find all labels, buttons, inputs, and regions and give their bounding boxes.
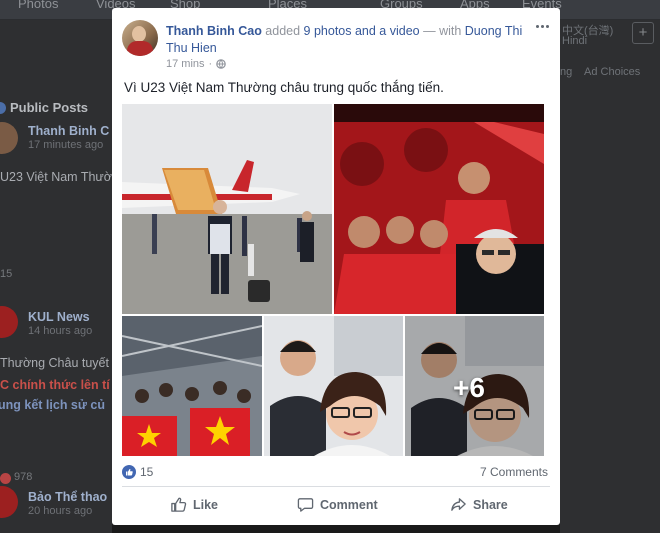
background-post-time[interactable]: 14 hours ago bbox=[28, 325, 92, 337]
background-post-time[interactable]: 20 hours ago bbox=[28, 505, 92, 517]
language-option[interactable]: Hindi bbox=[562, 35, 587, 47]
post-photo-team[interactable] bbox=[334, 104, 544, 314]
airplane-photo-image bbox=[122, 104, 332, 314]
separator-dot: · bbox=[208, 58, 213, 70]
share-icon bbox=[451, 498, 466, 511]
post-card: Thanh Binh Cao added 9 photos and a vide… bbox=[112, 8, 560, 525]
background-post-text: Thường Châu tuyết bbox=[0, 356, 109, 370]
background-post-count: 978 bbox=[14, 471, 33, 483]
more-options-icon[interactable] bbox=[534, 20, 552, 34]
comment-label: Comment bbox=[320, 497, 378, 512]
background-post-text: U23 Việt Nam Thườ bbox=[0, 170, 112, 184]
background-post-time[interactable]: 17 minutes ago bbox=[28, 139, 103, 151]
author-name[interactable]: Thanh Binh Cao bbox=[166, 24, 262, 38]
post-photo-fans[interactable] bbox=[122, 316, 262, 456]
avatar[interactable] bbox=[0, 486, 18, 518]
author-avatar[interactable] bbox=[122, 20, 158, 56]
fans-photo-image bbox=[122, 316, 262, 456]
public-posts-heading: Public Posts bbox=[10, 100, 89, 115]
post-meta: 17 mins · bbox=[166, 58, 227, 70]
with-text: — with bbox=[419, 24, 465, 38]
more-photos-count[interactable]: +6 bbox=[453, 372, 485, 404]
reaction-count[interactable]: 15 bbox=[140, 465, 153, 479]
post-caption: Vì U23 Việt Nam Thường châu trung quốc t… bbox=[124, 80, 444, 95]
background-right-column: 中文(台灣) Hindi + ng Ad Choices bbox=[560, 20, 660, 533]
post-time[interactable]: 17 mins bbox=[166, 58, 205, 70]
like-button[interactable]: Like bbox=[170, 496, 218, 513]
add-language-button[interactable]: + bbox=[632, 22, 654, 44]
ad-choices-link[interactable]: Ad Choices bbox=[584, 66, 640, 78]
comment-button[interactable]: Comment bbox=[297, 496, 378, 513]
share-button[interactable]: Share bbox=[450, 496, 508, 513]
heart-icon bbox=[0, 473, 11, 484]
post-header: Thanh Binh Cao added 9 photos and a vide… bbox=[166, 23, 526, 57]
avatar[interactable] bbox=[0, 122, 18, 154]
post-photo-airplane[interactable] bbox=[122, 104, 332, 314]
background-feed: Public Posts Thanh Binh C 17 minutes ago… bbox=[0, 20, 112, 533]
like-icon bbox=[171, 497, 187, 512]
background-post-count: 15 bbox=[0, 268, 13, 280]
background-post-author[interactable]: Bảo Thể thao bbox=[28, 490, 107, 504]
background-post-headline[interactable]: C chính thức lên tí bbox=[0, 378, 110, 392]
media-link[interactable]: 9 photos and a video bbox=[304, 24, 420, 38]
globe-icon bbox=[216, 59, 227, 69]
action-text: added bbox=[261, 24, 304, 38]
divider bbox=[122, 486, 550, 487]
post-action-bar: Like Comment Share bbox=[112, 490, 560, 522]
team-photo-image bbox=[334, 104, 544, 314]
selfie-photo-image bbox=[264, 316, 403, 456]
nav-tab-photos[interactable]: Photos bbox=[18, 0, 58, 11]
like-reaction-icon bbox=[122, 465, 136, 479]
share-label: Share bbox=[473, 497, 508, 512]
reaction-summary[interactable]: 15 bbox=[122, 465, 153, 479]
background-post-author[interactable]: Thanh Binh C bbox=[28, 124, 109, 138]
post-photo-selfie[interactable] bbox=[264, 316, 403, 456]
avatar[interactable] bbox=[0, 306, 18, 338]
post-photo-more[interactable]: +6 bbox=[405, 316, 544, 456]
background-post-author[interactable]: KUL News bbox=[28, 310, 90, 324]
comments-count[interactable]: 7 Comments bbox=[480, 465, 548, 479]
footer-link[interactable]: ng bbox=[560, 66, 572, 78]
like-label: Like bbox=[193, 497, 219, 512]
background-post-headline[interactable]: ung kết lịch sử củ bbox=[0, 398, 105, 412]
comment-icon bbox=[297, 498, 314, 512]
globe-icon bbox=[0, 102, 6, 114]
